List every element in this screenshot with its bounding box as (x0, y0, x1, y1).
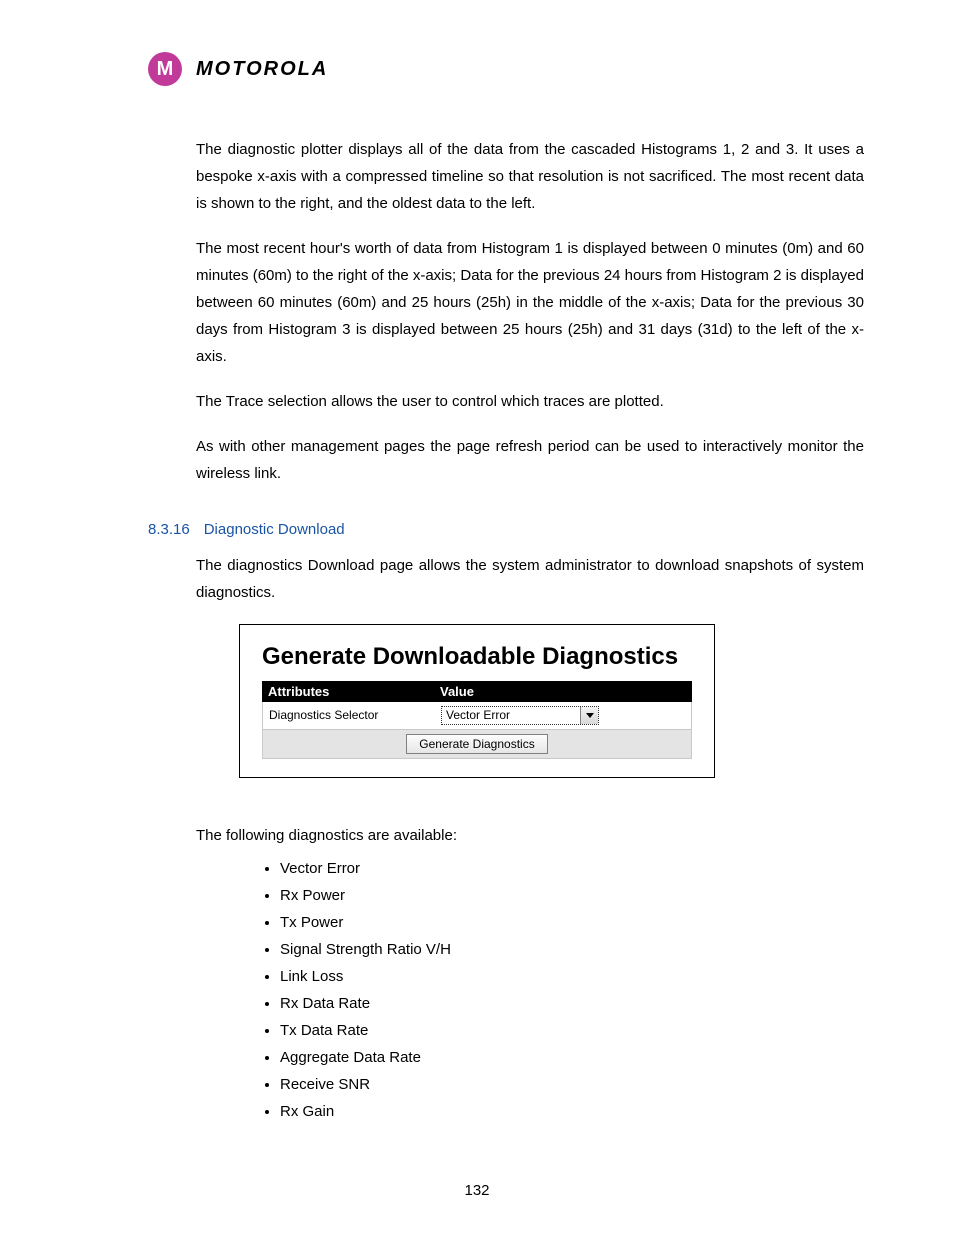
motorola-logo-icon: M (148, 52, 182, 86)
section-title: Diagnostic Download (204, 521, 345, 538)
paragraph: The most recent hour's worth of data fro… (196, 235, 864, 370)
chevron-down-icon (580, 707, 598, 724)
page-header: M MOTOROLA (90, 52, 864, 86)
list-item: Rx Gain (280, 1098, 864, 1125)
body-content: The diagnostic plotter displays all of t… (90, 136, 864, 487)
paragraph: The diagnostic plotter displays all of t… (196, 136, 864, 217)
diagnostics-list: Vector Error Rx Power Tx Power Signal St… (196, 855, 864, 1125)
section-number: 8.3.16 (148, 521, 190, 538)
generate-diagnostics-button[interactable]: Generate Diagnostics (406, 734, 547, 754)
list-item: Tx Data Rate (280, 1017, 864, 1044)
list-item: Aggregate Data Rate (280, 1044, 864, 1071)
table-row: Diagnostics Selector Vector Error (262, 702, 692, 730)
page-number: 132 (0, 1182, 954, 1199)
row-label: Diagnostics Selector (263, 702, 435, 729)
panel-title: Generate Downloadable Diagnostics (262, 643, 692, 671)
list-item: Receive SNR (280, 1071, 864, 1098)
dropdown-selected-value: Vector Error (442, 707, 580, 724)
section-intro: The diagnostics Download page allows the… (90, 552, 864, 606)
paragraph: The Trace selection allows the user to c… (196, 388, 864, 415)
table-header-row: Attributes Value (262, 681, 692, 702)
list-item: Vector Error (280, 855, 864, 882)
button-row: Generate Diagnostics (262, 730, 692, 759)
diagnostics-selector-dropdown[interactable]: Vector Error (441, 706, 599, 725)
diagnostics-panel: Generate Downloadable Diagnostics Attrib… (239, 624, 715, 778)
logo-letter: M (157, 59, 174, 79)
paragraph: The following diagnostics are available: (196, 822, 864, 849)
paragraph: The diagnostics Download page allows the… (196, 552, 864, 606)
table-header-value: Value (434, 681, 692, 702)
section-heading: 8.3.16 Diagnostic Download (90, 521, 864, 538)
brand-name: MOTOROLA (196, 58, 328, 81)
table-header-attributes: Attributes (262, 681, 434, 702)
list-item: Rx Power (280, 882, 864, 909)
paragraph: As with other management pages the page … (196, 433, 864, 487)
list-intro: The following diagnostics are available:… (90, 822, 864, 1125)
list-item: Rx Data Rate (280, 990, 864, 1017)
list-item: Link Loss (280, 963, 864, 990)
list-item: Signal Strength Ratio V/H (280, 936, 864, 963)
list-item: Tx Power (280, 909, 864, 936)
